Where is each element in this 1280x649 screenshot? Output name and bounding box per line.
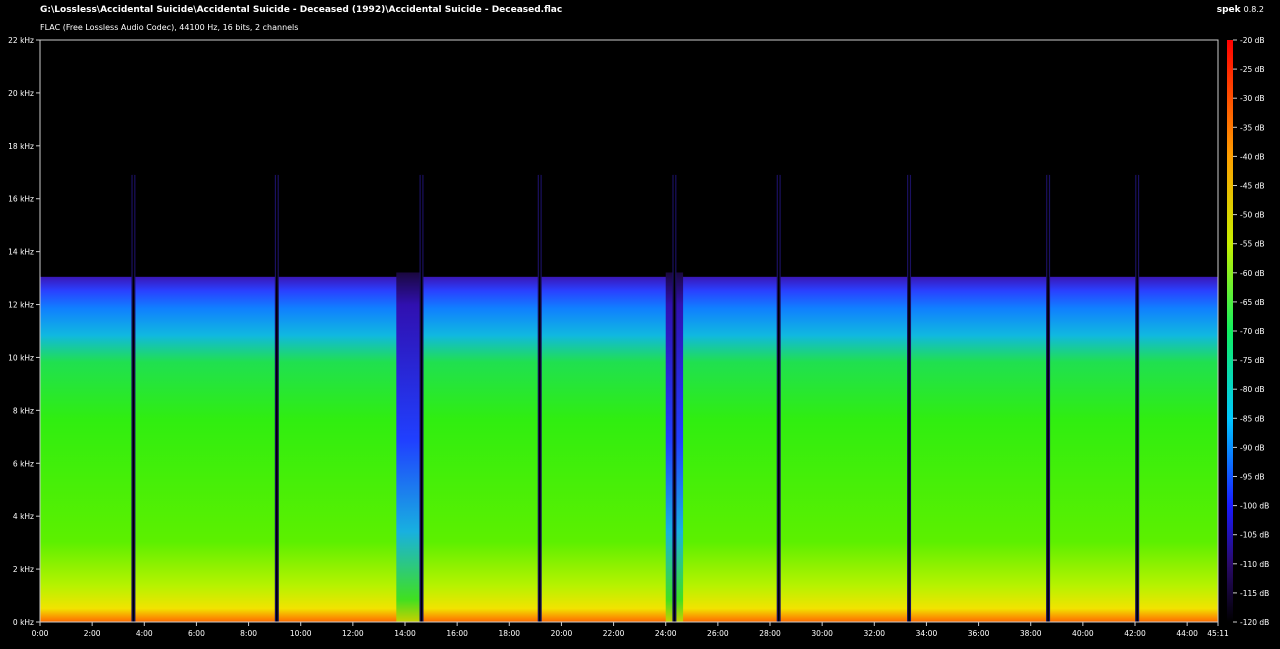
frequency-tick-label: 2 kHz [13,565,34,574]
frequency-tick-label: 20 kHz [8,89,34,98]
db-tick-label: -90 dB [1240,443,1265,452]
db-tick-label: -80 dB [1240,385,1265,394]
db-tick-label: -100 dB [1240,502,1269,511]
db-tick-label: -55 dB [1240,240,1265,249]
track-gap [777,174,780,622]
track-gap [1136,174,1138,622]
track-gap [132,174,135,622]
frequency-tick-label: 0 kHz [13,618,34,627]
time-tick-label: 28:00 [759,629,781,638]
track-gap [420,174,423,622]
time-tick-label: 45:11 [1207,629,1229,638]
time-tick-label: 44:00 [1176,629,1198,638]
db-tick-label: -120 dB [1240,618,1269,627]
track-gap [538,174,541,622]
db-tick-label: -105 dB [1240,531,1269,540]
time-tick-label: 22:00 [603,629,625,638]
frequency-tick-label: 16 kHz [8,195,34,204]
spectrogram-body [40,174,1218,622]
time-axis: 0:00 2:00 4:00 6:00 8:00 10:00 12:00 14:00 16:00… [32,622,1229,638]
time-tick-label: 4:00 [136,629,153,638]
time-tick-label: 2:00 [84,629,101,638]
frequency-tick-label: 12 kHz [8,301,34,310]
time-tick-label: 42:00 [1124,629,1146,638]
time-tick-label: 16:00 [446,629,468,638]
db-tick-label: -85 dB [1240,414,1265,423]
time-tick-label: 24:00 [655,629,677,638]
db-color-scale [1227,40,1233,622]
db-tick-label: -35 dB [1240,123,1265,132]
time-tick-label: 38:00 [1020,629,1042,638]
time-tick-label: 18:00 [498,629,520,638]
frequency-tick-label: 4 kHz [13,512,34,521]
time-tick-label: 0:00 [32,629,49,638]
db-tick-label: -50 dB [1240,211,1265,220]
time-tick-label: 12:00 [342,629,364,638]
track-gap [276,174,278,622]
frequency-tick-label: 6 kHz [13,459,34,468]
db-tick-label: -25 dB [1240,65,1265,74]
db-tick-label: -60 dB [1240,269,1265,278]
time-tick-label: 20:00 [551,629,573,638]
frequency-tick-label: 22 kHz [8,36,34,45]
track-gap [673,174,676,622]
quiet-segment [396,168,422,622]
track-gap [1047,174,1049,622]
time-tick-label: 36:00 [968,629,990,638]
db-tick-label: -110 dB [1240,560,1269,569]
db-tick-label: -65 dB [1240,298,1265,307]
time-tick-label: 8:00 [240,629,257,638]
db-tick-label: -45 dB [1240,182,1265,191]
spectrogram-chart: 0 kHz 2 kHz 4 kHz 6 kHz 8 kHz 10 kHz 12 kHz 14 … [8,36,1269,638]
frequency-axis: 0 kHz 2 kHz 4 kHz 6 kHz 8 kHz 10 kHz 12 kHz 14 … [8,36,40,627]
db-tick-label: -20 dB [1240,36,1265,45]
track-gap [908,174,910,622]
time-tick-label: 26:00 [707,629,729,638]
frequency-tick-label: 18 kHz [8,142,34,151]
db-tick-label: -70 dB [1240,327,1265,336]
db-tick-label: -40 dB [1240,152,1265,161]
db-tick-label: -115 dB [1240,589,1269,598]
db-tick-label: -95 dB [1240,473,1265,482]
db-tick-label: -75 dB [1240,356,1265,365]
db-axis: -20 dB -25 dB -30 dB -35 dB -40 dB -45 dB -50 … [1233,36,1269,627]
time-tick-label: 6:00 [188,629,205,638]
db-tick-label: -30 dB [1240,94,1265,103]
frequency-tick-label: 8 kHz [13,406,34,415]
time-tick-label: 32:00 [863,629,885,638]
time-tick-label: 30:00 [811,629,833,638]
time-tick-label: 14:00 [394,629,416,638]
time-tick-label: 10:00 [290,629,312,638]
time-tick-label: 34:00 [916,629,938,638]
frequency-tick-label: 14 kHz [8,248,34,257]
time-tick-label: 40:00 [1072,629,1094,638]
frequency-tick-label: 10 kHz [8,353,34,362]
